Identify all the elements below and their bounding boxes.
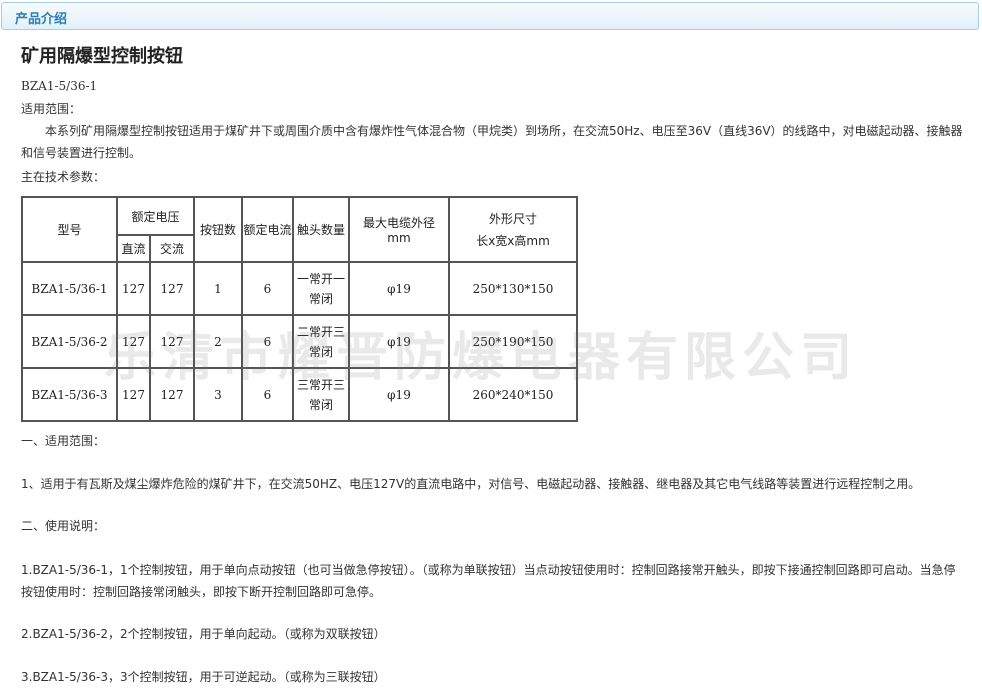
product-title: 矿用隔爆型控制按钮 [21,46,183,67]
th-dc: 直流 [116,234,151,263]
section-header-title: 产品介绍 [15,12,68,27]
cell-size: 250*130*150 [448,261,578,316]
section2-item3: 3.BZA1-5/36-3，3个控制按钮，用于可逆起动。（或称为三联按钮） [21,670,386,684]
section2-item1: 1.BZA1-5/36-1，1个控制按钮，用于单向点动按钮（也可当做急停按钮）。… [21,563,956,599]
cell-model: BZA1-5/36-1 [21,261,118,316]
th-voltage: 额定电压 [116,196,195,236]
cell-model: BZA1-5/36-3 [21,367,118,422]
cell-contacts-line2: 常闭 [308,291,333,306]
cell-buttons: 1 [193,261,243,316]
cell-model: BZA1-5/36-2 [21,314,118,369]
th-current: 额定电流 [241,196,294,263]
section1-text: 1、适用于有瓦斯及煤尘爆炸危险的煤矿井下，在交流50HZ、电压127V的直流电路… [21,477,921,491]
section2-title: 二、使用说明： [21,519,106,533]
table-row: BZA1-5/36-1 127 127 1 6 一常开一 常闭 φ19 250*… [21,261,578,316]
th-size-line1: 外形尺寸 [488,211,537,226]
cell-ac: 127 [149,261,195,316]
params-label: 主在技术参数： [21,170,106,184]
company-watermark: 乐清市耀晋防爆电器有限公司 [104,328,859,388]
scope-text: 本系列矿用隔爆型控制按钮适用于煤矿井下或周围介质中含有爆炸性气体混合物（甲烷类）… [21,124,963,160]
th-contacts: 触头数量 [292,196,350,263]
section2-item2: 2.BZA1-5/36-2，2个控制按钮，用于单向起动。（或称为双联按钮） [21,627,386,641]
th-buttons: 按钮数 [193,196,243,263]
cell-dc: 127 [116,261,151,316]
th-size-line2: 长x宽x高mm [476,233,550,248]
scope-label: 适用范围： [21,102,82,116]
cell-contacts-line1: 一常开一 [296,271,345,286]
cell-current: 6 [241,261,294,316]
product-model: BZA1-5/36-1 [21,79,98,93]
th-size: 外形尺寸 长x宽x高mm [448,196,578,263]
section1-title: 一、适用范围： [21,434,106,448]
cell-cable: φ19 [348,261,450,316]
th-ac: 交流 [149,234,195,263]
section-header: 产品介绍 [1,2,979,30]
th-cable: 最大电缆外径 mm [348,196,450,263]
product-content: 矿用隔爆型控制按钮 BZA1-5/36-1 适用范围： 本系列矿用隔爆型控制按钮… [21,44,966,422]
cell-contacts-line2: 常闭 [308,397,333,412]
cell-contacts: 一常开一 常闭 [292,261,350,316]
th-model: 型号 [21,196,118,263]
